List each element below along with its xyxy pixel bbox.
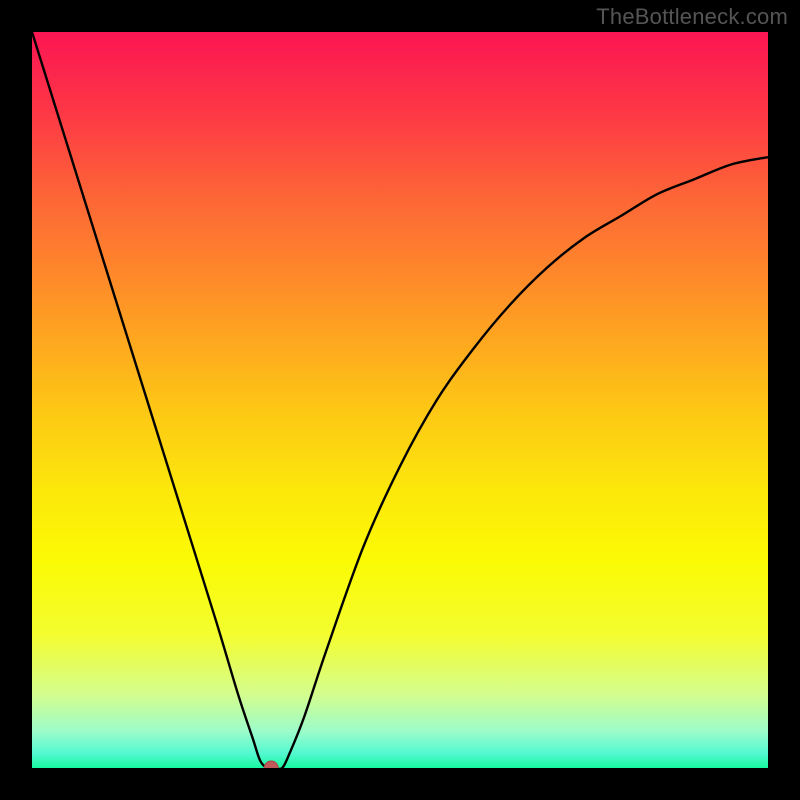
gradient-background <box>32 32 768 768</box>
chart-frame: TheBottleneck.com <box>0 0 800 800</box>
plot-area <box>32 32 768 768</box>
watermark-text: TheBottleneck.com <box>596 4 788 30</box>
chart-svg <box>32 32 768 768</box>
